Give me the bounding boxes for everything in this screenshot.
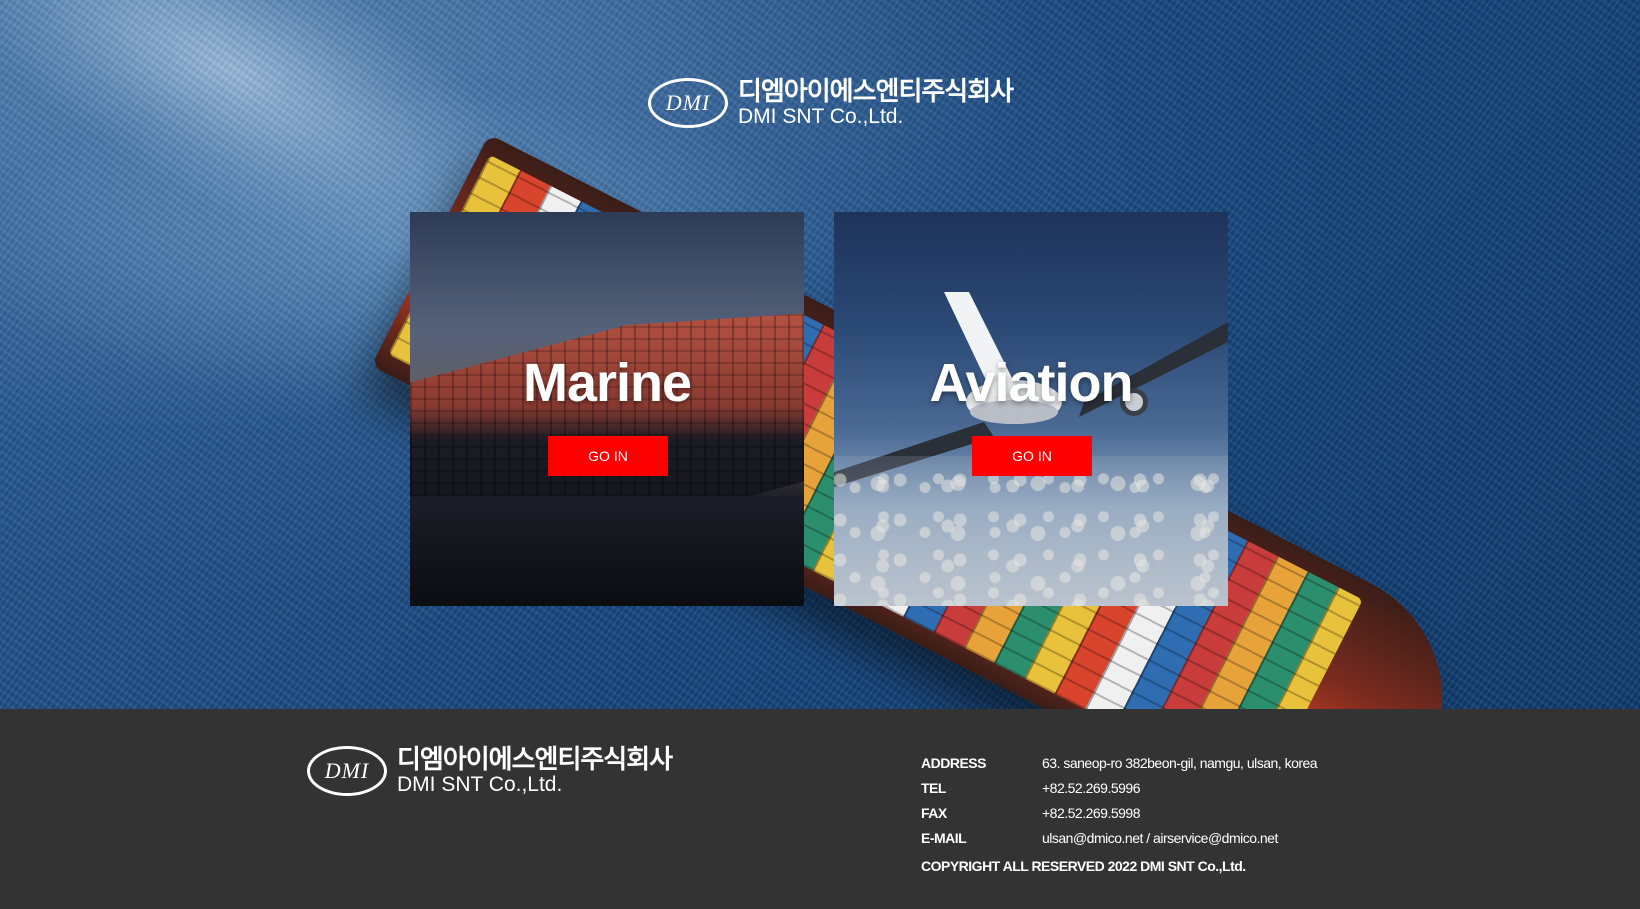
marine-card[interactable]: Marine GO IN [410,212,804,606]
aviation-title: Aviation [929,353,1133,413]
copyright: COPYRIGHT ALL RESERVED 2022 DMI SNT Co.,… [921,857,1246,874]
email-row: E-MAIL ulsan@dmico.net / airservice@dmic… [921,825,1317,850]
marine-go-in-button[interactable]: GO IN [548,436,668,476]
cloud-layer [834,456,1228,606]
marine-sea-image [410,496,804,606]
aviation-go-in-button[interactable]: GO IN [972,436,1092,476]
footer-logo-text: 디엠아이에스엔티주식회사 DMI SNT Co.,Ltd. [397,744,673,796]
marine-title: Marine [522,353,692,413]
tel-label: TEL [921,779,946,796]
address-label: ADDRESS [921,754,986,771]
fax-label: FAX [921,804,947,821]
footer-company-name-korean: 디엠아이에스엔티주식회사 [397,744,673,775]
company-name-english: DMI SNT Co.,Ltd. [738,104,904,128]
email-value[interactable]: ulsan@dmico.net / airservice@dmico.net [1042,830,1278,846]
address-value: 63. saneop-ro 382beon-gil, namgu, ulsan,… [1042,754,1318,771]
footer [0,709,1640,909]
logo-mark: DMI [648,78,728,128]
email-label: E-MAIL [921,829,967,846]
address-row: ADDRESS 63. saneop-ro 382beon-gil, namgu… [921,750,1318,775]
footer-logo-mark: DMI [307,746,387,796]
header-logo[interactable]: DMI 디엠아이에스엔티주식회사 DMI SNT Co.,Ltd. [648,76,1014,128]
footer-company-name-english: DMI SNT Co.,Ltd. [397,772,563,796]
footer-logo[interactable]: DMI 디엠아이에스엔티주식회사 DMI SNT Co.,Ltd. [307,744,673,796]
tel-row: TEL +82.52.269.5996 [921,775,1317,800]
tel-value: +82.52.269.5996 [1042,779,1141,796]
aviation-card[interactable]: Aviation GO IN [834,212,1228,606]
logo-text: 디엠아이에스엔티주식회사 DMI SNT Co.,Ltd. [738,76,1014,128]
fax-row: FAX +82.52.269.5998 [921,800,1317,825]
fax-value: +82.52.269.5998 [1042,804,1141,821]
company-info: ADDRESS 63. saneop-ro 382beon-gil, namgu… [921,750,1318,878]
company-name-korean: 디엠아이에스엔티주식회사 [738,76,1014,107]
